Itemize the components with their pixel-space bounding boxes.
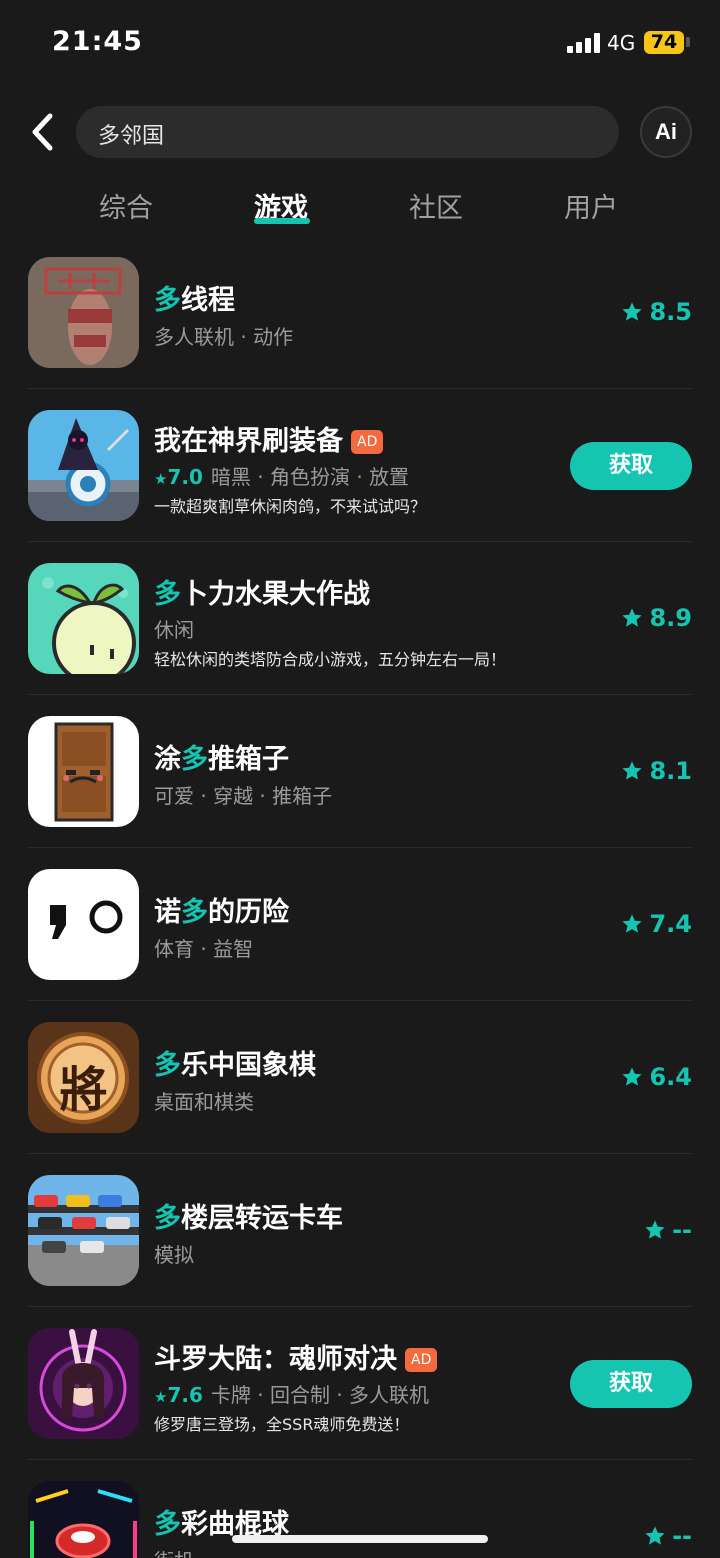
rating: 8.1 <box>621 757 692 785</box>
battery-tip <box>686 37 690 47</box>
rating-value: 6.4 <box>649 1063 692 1091</box>
app-tags: 休闲 <box>154 618 194 642</box>
search-input[interactable]: 多邻国 <box>76 106 619 158</box>
ad-badge: AD <box>351 430 384 454</box>
rating-value: 8.9 <box>649 604 692 632</box>
app-icon <box>28 410 139 521</box>
star-icon <box>622 302 643 321</box>
tab-community[interactable]: 社区 <box>409 186 463 225</box>
app-tags: ★7.0 暗黑 · 角色扮演 · 放置 <box>154 465 410 489</box>
rating: 6.4 <box>621 1063 692 1091</box>
star-icon <box>622 914 643 933</box>
app-icon <box>28 1481 139 1558</box>
app-name: 诺多的历险 <box>154 897 289 928</box>
rating: 7.4 <box>621 910 692 938</box>
list-item[interactable]: 涂多推箱子 可爱 · 穿越 · 推箱子 8.1 <box>28 695 692 848</box>
app-description: 一款超爽割草休闲肉鸽，不来试试吗？ <box>154 497 427 516</box>
rating-value: 8.5 <box>649 298 692 326</box>
app-icon <box>28 716 139 827</box>
back-button[interactable] <box>22 110 62 154</box>
app-tags: ★7.6 卡牌 · 回合制 · 多人联机 <box>154 1383 430 1407</box>
active-tab-indicator <box>254 218 310 224</box>
app-icon <box>28 869 139 980</box>
tab-all[interactable]: 综合 <box>99 186 153 225</box>
signal-icon <box>567 33 601 53</box>
list-item[interactable]: 將 多乐中国象棋 桌面和棋类 6.4 <box>28 1001 692 1154</box>
app-tags: 体育 · 益智 <box>154 937 254 961</box>
score: ★7.0 <box>154 465 203 489</box>
rating: 8.5 <box>621 298 692 326</box>
app-name: 多乐中国象棋 <box>154 1050 316 1081</box>
app-name: 多卜力水果大作战 <box>154 579 370 610</box>
star-icon <box>645 1220 665 1239</box>
app-name: 多线程 <box>154 285 235 316</box>
app-description: 轻松休闲的类塔防合成小游戏，五分钟左右一局！ <box>154 650 507 669</box>
chess-piece-text: 將 <box>59 1062 108 1118</box>
list-item[interactable]: 斗罗大陆：魂师对决 AD ★7.6 卡牌 · 回合制 · 多人联机 修罗唐三登场，全… <box>28 1307 692 1460</box>
rating: -- <box>644 1216 692 1244</box>
list-item[interactable]: 多彩曲棍球 街机 -- <box>28 1460 692 1558</box>
app-name: 涂多推箱子 <box>154 744 289 775</box>
app-icon <box>28 257 139 368</box>
app-description: 修罗唐三登场，全SSR魂师免费送！ <box>154 1415 410 1434</box>
ad-badge: AD <box>405 1348 438 1372</box>
app-name: 多楼层转运卡车 <box>154 1203 343 1234</box>
battery-icon: 74 <box>644 31 684 54</box>
app-tags: 可爱 · 穿越 · 推箱子 <box>154 784 333 808</box>
app-tags: 街机 <box>154 1545 194 1558</box>
rating: 8.9 <box>621 604 692 632</box>
list-item[interactable]: 多线程 多人联机 · 动作 8.5 <box>28 236 692 389</box>
star-icon <box>622 608 643 627</box>
app-icon <box>28 1175 139 1286</box>
score: ★7.6 <box>154 1383 203 1407</box>
tab-users[interactable]: 用户 <box>564 186 618 225</box>
get-button[interactable]: 获取 <box>570 442 692 490</box>
list-item[interactable]: 我在神界刷装备 AD ★7.0 暗黑 · 角色扮演 · 放置 一款超爽割草休闲肉鸽，… <box>28 389 692 542</box>
list-item[interactable]: 多楼层转运卡车 模拟 -- <box>28 1154 692 1307</box>
app-icon: 將 <box>28 1022 139 1133</box>
star-icon <box>622 761 643 780</box>
app-icon <box>28 1328 139 1439</box>
app-name: 我在神界刷装备 AD <box>154 419 384 458</box>
rating-value: -- <box>672 1522 692 1550</box>
app-icon <box>28 563 139 674</box>
app-tags: 模拟 <box>154 1243 194 1267</box>
app-tags: 多人联机 · 动作 <box>154 325 294 349</box>
list-item[interactable]: 诺多的历险 体育 · 益智 7.4 <box>28 848 692 1001</box>
star-icon <box>645 1526 665 1545</box>
network-label: 4G <box>607 31 636 55</box>
rating-value: 8.1 <box>649 757 692 785</box>
ai-button[interactable]: Ai <box>640 106 692 158</box>
home-indicator[interactable] <box>232 1535 488 1543</box>
rating: -- <box>644 1522 692 1550</box>
tab-bar: 综合 游戏 社区 用户 <box>0 186 720 236</box>
search-query: 多邻国 <box>98 124 165 149</box>
app-name: 斗罗大陆：魂师对决 AD <box>154 1337 438 1376</box>
get-button[interactable]: 获取 <box>570 1360 692 1408</box>
star-icon <box>622 1067 643 1086</box>
status-time: 21:45 <box>52 26 143 57</box>
chevron-left-icon <box>32 113 53 151</box>
ai-button-label: Ai <box>655 119 677 144</box>
list-item[interactable]: 多卜力水果大作战 休闲 轻松休闲的类塔防合成小游戏，五分钟左右一局！ 8.9 <box>28 542 692 695</box>
rating-value: -- <box>672 1216 692 1244</box>
rating-value: 7.4 <box>649 910 692 938</box>
app-tags: 桌面和棋类 <box>154 1090 254 1114</box>
status-bar: 21:45 4G 74 <box>0 0 720 88</box>
